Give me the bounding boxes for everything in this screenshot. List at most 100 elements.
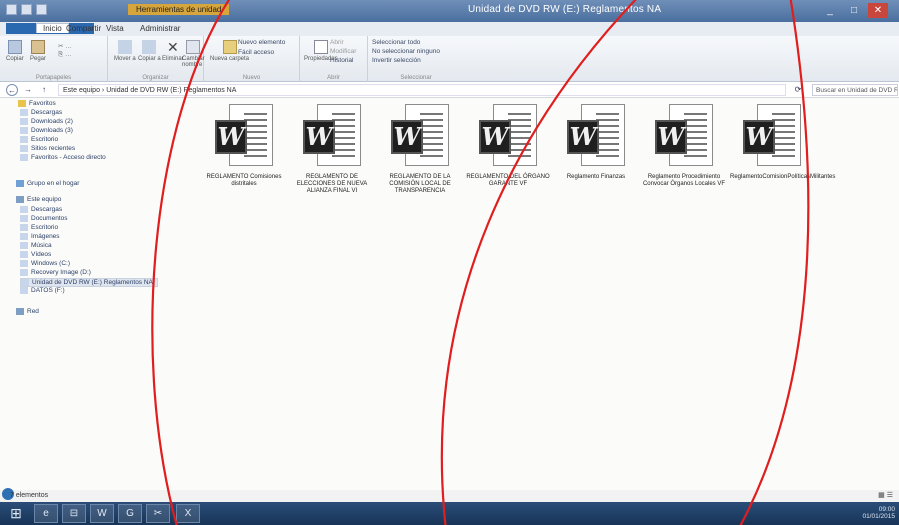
new-folder-icon[interactable] [21, 4, 32, 15]
group-label-organize: Organizar [142, 75, 169, 81]
nav-favorite-item[interactable]: Downloads (2) [20, 118, 73, 125]
folder-icon [16, 180, 24, 187]
nav-pc-item[interactable]: Windows (C:) [20, 260, 70, 267]
nav-pc-item[interactable]: Imágenes [20, 233, 60, 240]
word-document-icon: W [567, 104, 625, 170]
group-label-new: Nuevo [242, 75, 261, 81]
refresh-icon[interactable]: ⟳ [792, 84, 804, 96]
folder-icon [20, 127, 28, 134]
nav-pc-item[interactable]: DATOS (F:) [20, 287, 65, 294]
move-to-button[interactable]: Mover a [114, 40, 136, 62]
nav-label: Este equipo [27, 196, 62, 203]
nav-pc-item[interactable]: Escritorio [20, 224, 58, 231]
nav-pc-item[interactable]: Documentos [20, 215, 68, 222]
file-item[interactable]: W REGLAMENTO DE LA COMISIÓN LOCAL DE TRAN… [376, 104, 464, 195]
nav-pc-item[interactable]: Descargas [20, 206, 62, 213]
maximize-button[interactable]: □ [844, 3, 864, 18]
excel-taskbar-button[interactable]: X [176, 504, 200, 523]
nav-homegroup[interactable]: Grupo en el hogar [16, 180, 79, 187]
nav-favorite-item[interactable]: Downloads (3) [20, 127, 73, 134]
snipping-taskbar-button[interactable]: ✂ [146, 504, 170, 523]
tab-share[interactable]: Compartir [66, 24, 101, 33]
paste-button[interactable]: Pegar [30, 40, 46, 62]
minimize-button[interactable]: _ [820, 3, 840, 18]
nav-pc-item[interactable]: Recovery Image (D:) [20, 269, 91, 276]
select-all-button[interactable]: Seleccionar todo [372, 39, 420, 46]
dropdown-icon[interactable] [36, 4, 47, 15]
easy-access-button[interactable]: Fácil acceso [238, 49, 274, 56]
nav-label: Descargas [31, 206, 63, 213]
nav-label: Favoritos - Acceso directo [31, 154, 106, 161]
edit-button[interactable]: Modificar [330, 48, 356, 55]
file-item[interactable]: W REGLAMENTO DE ELECCIONES DE NUEVA ALIAN… [288, 104, 376, 195]
nav-label: Downloads (2) [31, 118, 73, 125]
ribbon-group-new: Nueva carpeta Nuevo elemento Fácil acces… [204, 36, 300, 82]
folder-icon [20, 251, 28, 258]
nav-favorite-item[interactable]: Descargas [20, 109, 62, 116]
nav-label: Windows (C:) [31, 260, 71, 267]
nav-pc-item[interactable]: Vídeos [20, 251, 51, 258]
word-document-icon: W [479, 104, 537, 170]
nav-favorite-item[interactable]: Escritorio [20, 136, 58, 143]
delete-button[interactable]: ✕ Eliminar [162, 40, 184, 62]
nav-label: Downloads (3) [31, 127, 73, 134]
explorer-taskbar-button[interactable]: ⊟ [62, 504, 86, 523]
folder-icon [20, 260, 28, 267]
open-button[interactable]: Abrir [330, 39, 344, 46]
tab-manage[interactable]: Administrar [140, 24, 180, 33]
search-input[interactable]: Buscar en Unidad de DVD RW... [812, 84, 898, 96]
cut-button[interactable]: ✂ … [58, 42, 72, 50]
group-label-clipboard: Portapapeles [35, 75, 72, 81]
window-title: Unidad de DVD RW (E:) Reglamentos NA [468, 4, 662, 15]
nav-label: Documentos [31, 215, 68, 222]
nav-label: Música [31, 242, 52, 249]
rename-label: Cambiar nombre [182, 56, 205, 68]
navigation-pane: Favoritos Descargas Downloads (2) Downloads… [0, 98, 200, 490]
copy-button[interactable]: Copiar [6, 40, 24, 62]
rename-button[interactable]: Cambiar nombre [182, 40, 205, 68]
file-item[interactable]: W Reglamento Finanzas [552, 104, 640, 181]
nav-network[interactable]: Red [16, 308, 39, 315]
view-toggle-icons[interactable]: ▦ ☰ [878, 491, 893, 499]
file-item[interactable]: W REGLAMENTO DEL ÓRGANO GARANTE VF [464, 104, 552, 188]
copy-to-button[interactable]: Copiar a [138, 40, 161, 62]
forward-button[interactable]: → [22, 84, 34, 96]
folder-icon [20, 215, 28, 222]
file-name: REGLAMENTO DE LA COMISIÓN LOCAL DE TRANS… [389, 174, 451, 194]
nav-this-pc[interactable]: Este equipo [16, 196, 61, 203]
copy-path-button[interactable]: ⎘ … [58, 51, 72, 59]
folder-icon [20, 109, 28, 116]
nav-label: Imágenes [31, 233, 60, 240]
nav-favorite-item[interactable]: Sitios recientes [20, 145, 75, 152]
nav-favorites[interactable]: Favoritos [18, 100, 56, 107]
folder-icon [16, 308, 24, 315]
address-field[interactable]: Este equipo › Unidad de DVD RW (E:) Regl… [58, 84, 786, 96]
up-button[interactable]: ↑ [38, 84, 50, 96]
nav-label: Favoritos [29, 100, 56, 107]
history-button[interactable]: Historial [330, 57, 353, 64]
properties-icon [313, 40, 328, 54]
word-taskbar-button[interactable]: W [90, 504, 114, 523]
tab-home[interactable]: Inicio [36, 23, 69, 33]
nav-pc-item[interactable]: Música [20, 242, 52, 249]
taskbar: 09:00 01/01/2015 ⊞ e ⊟ W G ✂ X [0, 502, 899, 525]
ie-taskbar-button[interactable]: e [34, 504, 58, 523]
select-none-button[interactable]: No seleccionar ninguno [372, 48, 440, 55]
nav-favorite-item[interactable]: Favoritos - Acceso directo [20, 154, 106, 161]
invert-selection-button[interactable]: Invertir selección [372, 57, 421, 64]
file-item[interactable]: W ReglamentoComisionPolíticasMilitantes [728, 104, 835, 181]
folder-icon [16, 196, 24, 203]
file-item[interactable]: W Reglamento Procedimiento Convocar Órgan… [640, 104, 728, 188]
nav-pc-item[interactable]: Unidad de DVD RW (E:) Reglamentos NA [20, 278, 158, 287]
start-button[interactable]: ⊞ [4, 504, 28, 523]
chrome-taskbar-button[interactable]: G [118, 504, 142, 523]
move-to-label: Mover a [114, 56, 136, 62]
paste-icon [31, 40, 45, 54]
tab-view[interactable]: Vista [106, 24, 124, 33]
back-button[interactable]: ← [6, 84, 18, 96]
file-item[interactable]: W REGLAMENTO Comisiones distritales [200, 104, 288, 188]
new-item-button[interactable]: Nuevo elemento [238, 39, 285, 46]
properties-icon[interactable] [6, 4, 17, 15]
close-button[interactable]: ✕ [868, 3, 888, 18]
title-bar: Herramientas de unidad Unidad de DVD RW … [0, 0, 899, 22]
